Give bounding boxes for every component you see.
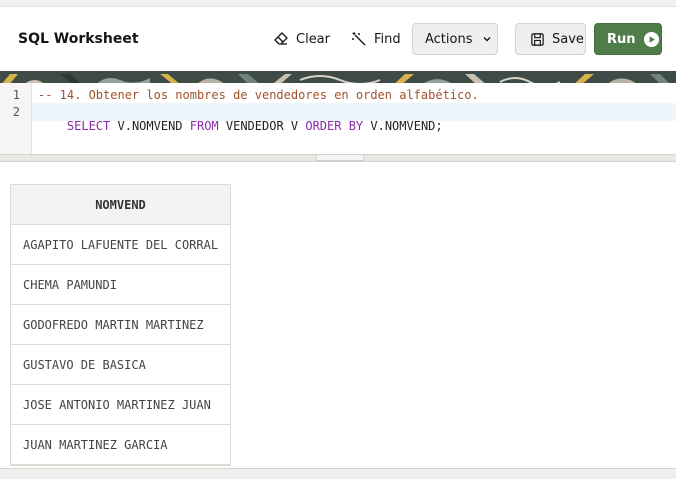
actions-menu-button[interactable]: Actions	[412, 23, 498, 55]
chevron-down-icon	[482, 34, 492, 44]
query-results-panel: NOMVEND AGAPITO LAFUENTE DEL CORRAL CHEM…	[0, 162, 676, 468]
run-button[interactable]: Run	[594, 23, 662, 55]
sql-comment-line: -- 14. Obtener los nombres de vendedores…	[38, 88, 479, 102]
eraser-icon	[272, 30, 290, 48]
bottom-bar	[0, 468, 676, 479]
sql-token: VENDEDOR V	[218, 119, 306, 133]
sql-token: V.NOMVEND;	[363, 119, 443, 133]
find-button[interactable]: Find	[350, 30, 401, 48]
table-row[interactable]: CHEMA PAMUNDI	[11, 265, 230, 305]
save-label: Save	[552, 31, 584, 47]
table-row[interactable]: GODOFREDO MARTIN MARTINEZ	[11, 305, 230, 345]
sql-editor[interactable]: 1 2 -- 14. Obtener los nombres de vended…	[0, 83, 676, 154]
actions-label: Actions	[425, 31, 473, 47]
pane-splitter[interactable]	[0, 154, 676, 170]
sql-token: ORDER BY	[305, 119, 364, 133]
line-number: 2	[12, 105, 20, 119]
line-number: 1	[12, 88, 20, 102]
magic-wand-icon	[350, 30, 368, 48]
table-row[interactable]: GUSTAVO DE BASICA	[11, 345, 230, 385]
page-title: SQL Worksheet	[18, 31, 139, 47]
table-row[interactable]: JUAN MARTINEZ GARCIA	[11, 425, 230, 465]
worksheet-header: SQL Worksheet Clear Find Actions Save Ru…	[0, 7, 676, 71]
table-row[interactable]: AGAPITO LAFUENTE DEL CORRAL	[11, 225, 230, 265]
sql-token: V.NOMVEND	[110, 119, 190, 133]
sql-token: SELECT	[66, 119, 111, 133]
clear-label: Clear	[296, 31, 330, 47]
top-strip	[0, 0, 676, 7]
save-button[interactable]: Save	[515, 23, 586, 55]
clear-button[interactable]: Clear	[272, 30, 330, 48]
line-number-gutter: 1 2	[0, 83, 32, 154]
collapse-handle[interactable]	[316, 155, 364, 170]
decorative-banner	[0, 71, 676, 83]
sql-token: FROM	[189, 119, 219, 133]
results-table: NOMVEND AGAPITO LAFUENTE DEL CORRAL CHEM…	[10, 184, 231, 466]
table-row[interactable]: JOSE ANTONIO MARTINEZ JUAN	[11, 385, 230, 425]
play-circle-icon	[643, 30, 661, 48]
run-label: Run	[607, 31, 636, 47]
column-header-nomvend[interactable]: NOMVEND	[11, 185, 230, 225]
floppy-disk-icon	[528, 30, 546, 48]
find-label: Find	[374, 31, 401, 47]
sql-query-line: SELECT V.NOMVEND FROM VENDEDOR V ORDER B…	[38, 105, 443, 147]
